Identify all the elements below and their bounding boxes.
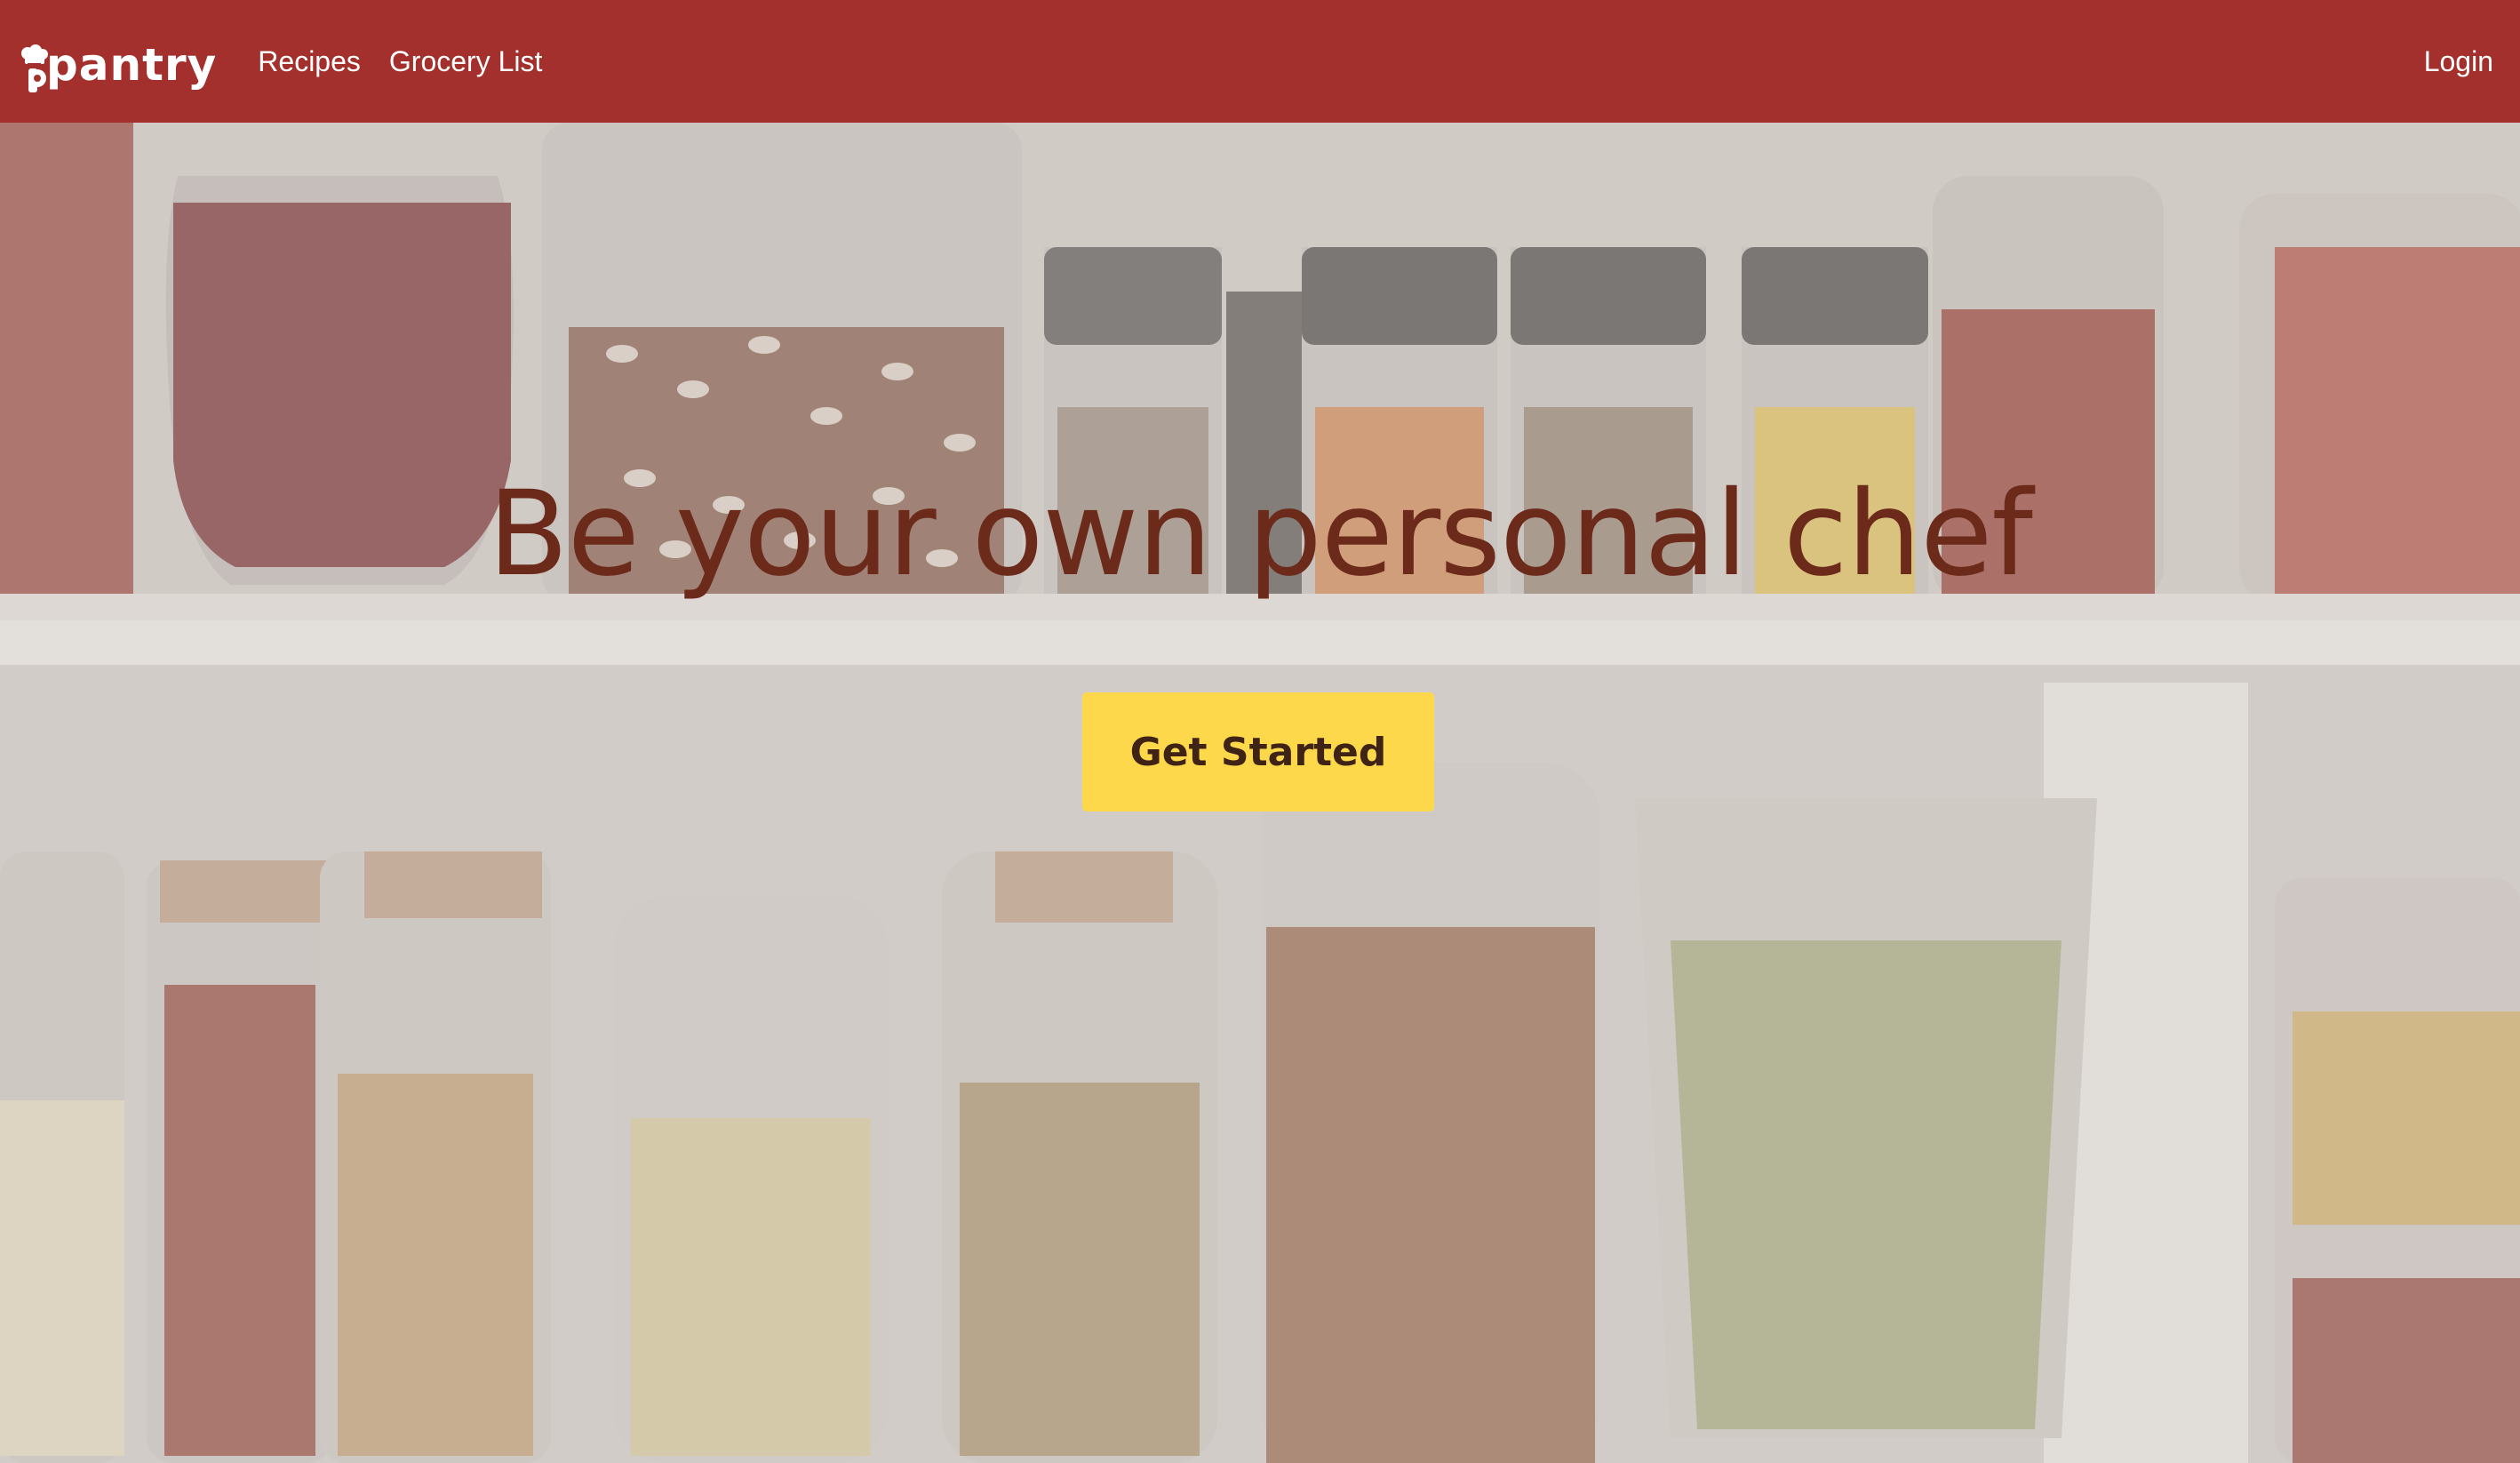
nav-link-recipes[interactable]: Recipes — [258, 47, 361, 76]
brand-logo-link[interactable]: pantry — [20, 30, 217, 92]
nav-link-grocery-list[interactable]: Grocery List — [389, 47, 542, 76]
page: pantry Recipes Grocery List Login Be you… — [0, 0, 2520, 1463]
brand-name: pantry — [46, 39, 218, 91]
nav-links: Recipes Grocery List — [258, 47, 570, 76]
login-link[interactable]: Login — [2424, 45, 2493, 77]
chef-hat-icon — [21, 44, 48, 92]
get-started-button[interactable]: Get Started — [1082, 692, 1434, 811]
top-navbar: pantry Recipes Grocery List Login — [0, 0, 2520, 123]
hero-headline: Be your own personal chef — [488, 466, 2033, 603]
nav-right: Login — [2424, 47, 2493, 76]
